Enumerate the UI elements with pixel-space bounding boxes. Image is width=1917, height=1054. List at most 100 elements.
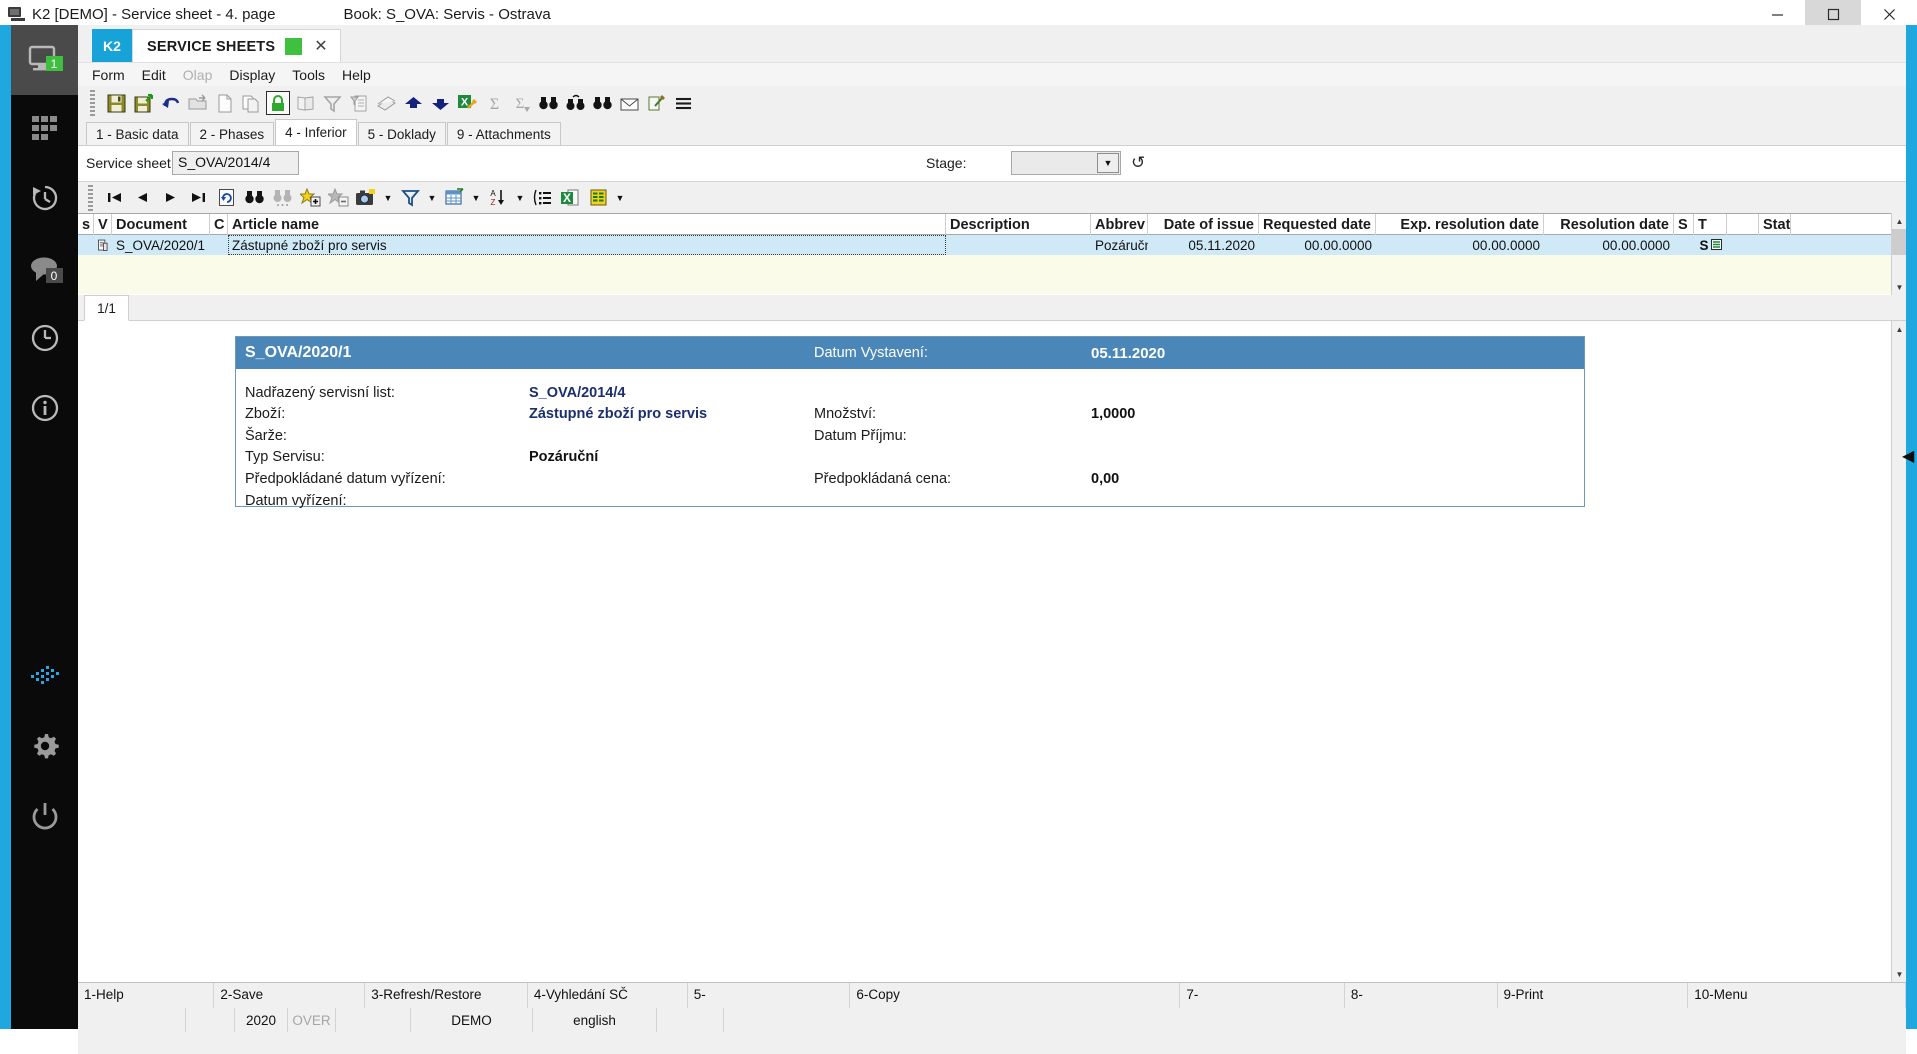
fn-key-10-menu[interactable]: 10-Menu — [1688, 983, 1907, 1009]
grid-col-abbrev[interactable]: Abbrev — [1091, 214, 1148, 236]
k2-logo[interactable]: K2 — [92, 29, 132, 62]
fn-key-7[interactable]: 7- — [1180, 983, 1345, 1009]
chevron-down-icon[interactable]: ▼ — [425, 186, 439, 210]
grid-col-article[interactable]: Article name — [228, 214, 946, 236]
refresh-icon[interactable] — [213, 186, 239, 210]
detail-vertical-scrollbar[interactable]: ▲ ▼ — [1891, 321, 1906, 982]
find-next-icon[interactable] — [590, 91, 614, 115]
chevron-down-icon[interactable]: ▼ — [513, 186, 527, 210]
grid-col-resolution-date[interactable]: Resolution date — [1544, 214, 1674, 236]
mail-icon[interactable] — [617, 91, 641, 115]
chevron-down-icon[interactable]: ▼ — [1097, 153, 1119, 173]
fn-key-9-print[interactable]: 9-Print — [1498, 983, 1689, 1009]
grid-col-exp-resolution-date[interactable]: Exp. resolution date — [1376, 214, 1544, 236]
grid-col-stat[interactable]: Stat — [1759, 214, 1791, 236]
fn-key-4-search[interactable]: 4-Vyhledání SČ — [528, 983, 688, 1009]
fn-key-1-help[interactable]: 1-Help — [78, 983, 215, 1009]
detail-value-parent-sheet[interactable]: S_OVA/2014/4 — [529, 385, 625, 401]
rail-item-history[interactable] — [11, 165, 78, 235]
chevron-down-icon[interactable]: ▼ — [381, 186, 395, 210]
lock-icon[interactable] — [266, 91, 290, 115]
menu-item-edit[interactable]: Edit — [142, 67, 166, 83]
revert-history-icon[interactable]: ↺ — [1131, 153, 1145, 173]
menu-lines-icon[interactable] — [671, 91, 695, 115]
first-record-icon[interactable] — [101, 186, 127, 210]
minimize-icon[interactable] — [1749, 0, 1805, 28]
scroll-down-icon[interactable]: ▼ — [1892, 966, 1907, 982]
page-indicator[interactable]: 1/1 — [84, 295, 129, 321]
restore-icon[interactable] — [1805, 0, 1861, 28]
list-icon[interactable] — [529, 186, 555, 210]
grid-col-c[interactable]: C — [210, 214, 228, 236]
grid-col-v[interactable]: V — [94, 214, 112, 236]
grid-col-S[interactable]: S — [1674, 214, 1694, 236]
previous-record-icon[interactable] — [129, 186, 155, 210]
page-tab-inferior[interactable]: 4 - Inferior — [275, 119, 357, 145]
undo-icon[interactable] — [158, 91, 182, 115]
snapshot-icon[interactable] — [353, 186, 379, 210]
scroll-up-icon[interactable]: ▲ — [1892, 213, 1907, 229]
fn-key-2-save[interactable]: 2-Save — [214, 983, 366, 1009]
rail-item-power[interactable] — [11, 783, 78, 853]
rail-item-info[interactable] — [11, 375, 78, 445]
columns-icon[interactable] — [585, 186, 611, 210]
service-sheet-input[interactable]: S_OVA/2014/4 — [172, 151, 299, 175]
grid-col-date-of-issue[interactable]: Date of issue — [1148, 214, 1259, 236]
fn-key-8[interactable]: 8- — [1345, 983, 1498, 1009]
menu-item-help[interactable]: Help — [342, 67, 371, 83]
grid-col-description[interactable]: Description — [946, 214, 1091, 236]
fn-key-5[interactable]: 5- — [688, 983, 851, 1009]
cell-article[interactable]: Zástupné zboží pro servis — [228, 235, 946, 255]
grid-vertical-scrollbar[interactable]: ▲ ▼ — [1891, 213, 1907, 295]
menu-item-form[interactable]: Form — [92, 67, 125, 83]
sort-icon[interactable]: AZ — [485, 186, 511, 210]
toolbar-grip[interactable] — [90, 90, 95, 116]
export-excel-icon[interactable]: X — [455, 91, 479, 115]
scroll-up-icon[interactable]: ▲ — [1892, 321, 1907, 337]
grid-col-s[interactable]: s — [78, 214, 94, 236]
filter-icon[interactable] — [397, 186, 423, 210]
last-record-icon[interactable] — [185, 186, 211, 210]
move-down-icon[interactable] — [428, 91, 452, 115]
menu-item-tools[interactable]: Tools — [292, 67, 325, 83]
chevron-down-icon[interactable]: ▼ — [613, 186, 627, 210]
page-tab-doklady[interactable]: 5 - Doklady — [357, 122, 446, 145]
stage-select[interactable]: ▼ — [1011, 151, 1121, 175]
page-tab-attachments[interactable]: 9 - Attachments — [446, 122, 561, 145]
fn-key-3-refresh[interactable]: 3-Refresh/Restore — [365, 983, 528, 1009]
scroll-down-icon[interactable]: ▼ — [1892, 279, 1907, 295]
grid-col-requested-date[interactable]: Requested date — [1259, 214, 1376, 236]
save-as-icon[interactable] — [131, 91, 155, 115]
page-tab-phases[interactable]: 2 - Phases — [189, 122, 275, 145]
rail-item-sparkle[interactable] — [11, 643, 78, 713]
rail-item-settings[interactable] — [11, 713, 78, 783]
page-tab-basic-data[interactable]: 1 - Basic data — [86, 122, 189, 145]
find-again-icon[interactable] — [563, 91, 587, 115]
grid-col-document[interactable]: Document — [112, 214, 210, 236]
chevron-down-icon[interactable]: ▼ — [469, 186, 483, 210]
fn-key-6-copy[interactable]: 6-Copy — [850, 983, 1181, 1009]
grid-col-T[interactable]: T — [1694, 214, 1727, 236]
rail-item-messages[interactable]: 0 — [11, 235, 78, 305]
rail-item-desktop[interactable]: 1 — [11, 25, 78, 95]
find-icon[interactable] — [241, 186, 267, 210]
gridnav-grip[interactable] — [88, 184, 93, 211]
grid-scroll-thumb[interactable] — [1892, 229, 1907, 255]
layout-icon[interactable] — [441, 186, 467, 210]
rail-item-apps[interactable] — [11, 95, 78, 165]
export-excel-icon[interactable]: X — [557, 186, 583, 210]
rail-collapse-right-icon[interactable]: ◀ — [1902, 448, 1914, 466]
rail-item-clock[interactable] — [11, 305, 78, 375]
edit-note-icon[interactable] — [644, 91, 668, 115]
add-record-icon[interactable] — [297, 186, 323, 210]
document-tab-service-sheets[interactable]: SERVICE SHEETS ✕ — [132, 29, 341, 63]
menu-item-display[interactable]: Display — [229, 67, 275, 83]
next-record-icon[interactable] — [157, 186, 183, 210]
move-up-icon[interactable] — [401, 91, 425, 115]
grid-col-blank[interactable] — [1727, 214, 1759, 236]
close-icon[interactable]: ✕ — [312, 38, 329, 55]
save-icon[interactable] — [104, 91, 128, 115]
close-icon[interactable] — [1861, 0, 1917, 28]
table-row[interactable]: S_OVA/2020/1 Zástupné zboží pro servis P… — [78, 235, 1891, 255]
detail-value-goods[interactable]: Zástupné zboží pro servis — [529, 406, 707, 422]
